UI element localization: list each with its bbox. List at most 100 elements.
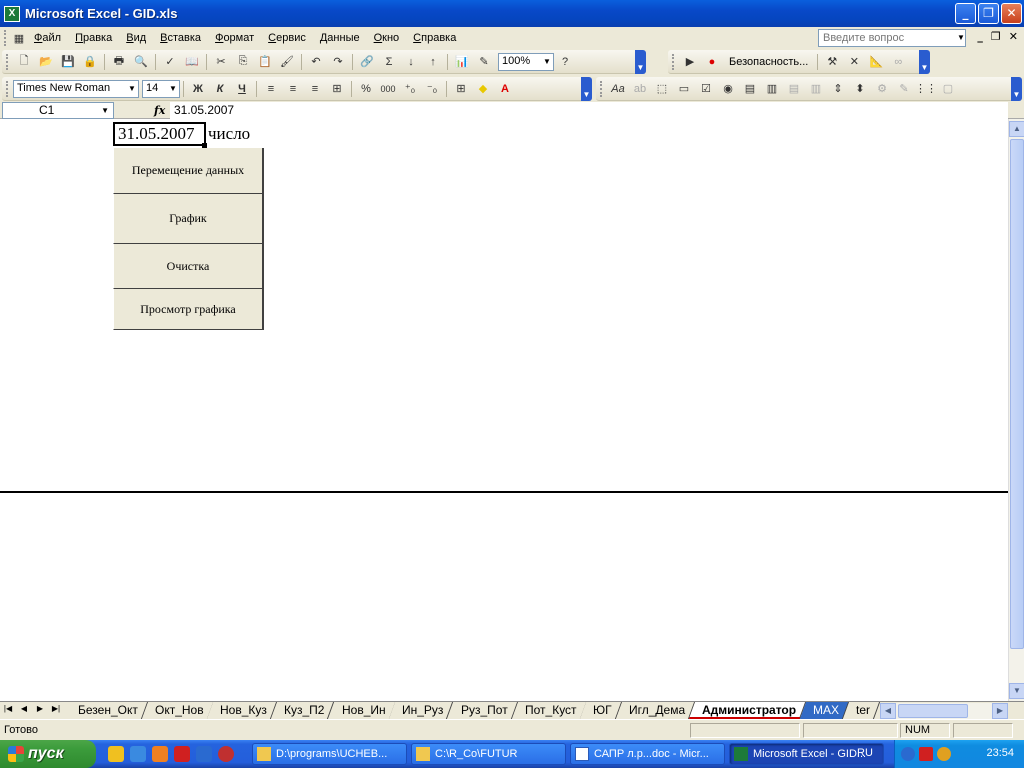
permission-icon[interactable]: 🔒 — [79, 52, 101, 72]
next-sheet-icon[interactable]: ▶ — [34, 704, 46, 713]
spelling-icon[interactable]: ✓ — [159, 52, 181, 72]
chevron-down-icon[interactable]: ▼ — [101, 103, 109, 118]
show-desktop-icon[interactable] — [130, 746, 146, 762]
help-question-input[interactable]: Введите вопрос — [818, 29, 966, 47]
sort-ascending-icon[interactable]: ↓ — [400, 52, 422, 72]
window-split-line[interactable] — [0, 491, 1008, 493]
antivirus-icon[interactable] — [919, 747, 933, 761]
design-mode-icon[interactable]: 📐 — [865, 52, 887, 72]
decrease-decimal-icon[interactable]: ⁻₀ — [421, 79, 443, 99]
taskbar-item[interactable]: САПР л.р...doc - Micr... — [570, 743, 725, 765]
scroll-right-icon[interactable]: ▶ — [992, 703, 1008, 719]
tray-back-icon[interactable] — [901, 747, 915, 761]
edit-code-icon[interactable]: ✎ — [893, 79, 915, 99]
menu-format[interactable]: Формат — [208, 32, 261, 44]
excel-doc-icon[interactable]: ▦ — [11, 28, 27, 48]
sheet-tab[interactable]: ter — [842, 702, 881, 719]
toolbar-grip[interactable] — [6, 53, 9, 70]
align-center-icon[interactable]: ≡ — [282, 79, 304, 99]
menu-view[interactable]: Вид — [119, 32, 153, 44]
bold-button[interactable]: Ж — [187, 79, 209, 99]
toggle-grid-icon[interactable]: ⋮⋮ — [915, 79, 937, 99]
scroll-left-icon[interactable]: ◀ — [880, 703, 896, 719]
sheet-tab[interactable]: Руз_Пот — [447, 702, 518, 719]
control-toolbox-icon[interactable]: ✕ — [843, 52, 865, 72]
minimize-icon[interactable]: _ — [955, 3, 976, 24]
redo-icon[interactable]: ↷ — [327, 52, 349, 72]
menu-edit[interactable]: Правка — [68, 32, 119, 44]
restore-icon[interactable]: ❐ — [978, 3, 999, 24]
sheet-tab[interactable]: Безен_Окт — [64, 702, 148, 719]
taskbar-item[interactable]: C:\R_Co\FUTUR — [411, 743, 566, 765]
acrobat-icon[interactable] — [174, 746, 190, 762]
comma-style-button[interactable]: 000 — [377, 79, 399, 99]
quicklaunch-icon[interactable] — [152, 746, 168, 762]
autosum-icon[interactable]: Σ — [378, 52, 400, 72]
quicklaunch-icon[interactable] — [108, 746, 124, 762]
align-left-icon[interactable]: ≡ — [260, 79, 282, 99]
menu-file[interactable]: Файл — [27, 32, 68, 44]
borders-icon[interactable]: ⊞ — [450, 79, 472, 99]
toolbar-options-icon[interactable]: ▼ — [581, 77, 592, 101]
combo-box-icon[interactable]: ▥ — [761, 79, 783, 99]
quicklaunch-icon[interactable] — [196, 746, 212, 762]
chart-wizard-icon[interactable]: 📊 — [451, 52, 473, 72]
toolbar-grip[interactable] — [4, 30, 8, 46]
format-painter-icon[interactable]: 🖌 — [276, 52, 298, 72]
run-macro-icon[interactable]: ▶ — [679, 52, 701, 72]
sheet-tab[interactable]: MAX — [799, 702, 850, 719]
language-indicator[interactable]: RU — [857, 747, 873, 759]
toolbar-options-icon[interactable]: ▼ — [635, 50, 646, 74]
sheet-tab[interactable]: Нов_Ин — [328, 702, 396, 719]
hyperlink-icon[interactable]: 🔗 — [356, 52, 378, 72]
toolbar-options-icon[interactable]: ▼ — [919, 50, 930, 74]
start-button[interactable]: пуск — [0, 740, 96, 768]
menu-insert[interactable]: Вставка — [153, 32, 208, 44]
hscroll-thumb[interactable] — [898, 704, 968, 718]
first-sheet-icon[interactable]: |◀ — [2, 704, 14, 713]
merge-center-icon[interactable]: ⊞ — [326, 79, 348, 99]
sheet-tab[interactable]: Ин_Руз — [389, 702, 454, 719]
quicklaunch-icon[interactable] — [218, 746, 234, 762]
view-chart-button[interactable]: Просмотр графика — [113, 289, 264, 330]
clear-button[interactable]: Очистка — [113, 244, 264, 289]
cut-icon[interactable]: ✂ — [210, 52, 232, 72]
scroll-down-icon[interactable]: ▼ — [1009, 683, 1024, 699]
new-icon[interactable]: 🗋 — [13, 52, 35, 72]
font-size-select[interactable]: 14 ▼ — [142, 79, 180, 98]
list-box-icon[interactable]: ▤ — [739, 79, 761, 99]
scroll-up-icon[interactable]: ▲ — [1009, 121, 1024, 137]
doc-restore-icon[interactable]: ❐ — [991, 30, 1001, 43]
fill-color-icon[interactable]: ◆ — [472, 79, 494, 99]
taskbar-item[interactable]: D:\programs\UCHEB... — [252, 743, 407, 765]
sheet-tab[interactable]: Окт_Нов — [141, 702, 214, 719]
print-icon[interactable]: 🖶 — [108, 52, 130, 72]
chevron-down-icon[interactable]: ▼ — [127, 82, 137, 96]
scroll-bar-icon[interactable]: ⇕ — [827, 79, 849, 99]
menu-help[interactable]: Справка — [406, 32, 463, 44]
chevron-down-icon[interactable]: ▼ — [542, 55, 552, 69]
close-icon[interactable]: ✕ — [1001, 3, 1022, 24]
paste-icon[interactable]: 📋 — [254, 52, 276, 72]
name-box[interactable]: C1 ▼ — [2, 102, 114, 119]
increase-decimal-icon[interactable]: ⁺₀ — [399, 79, 421, 99]
chevron-down-icon[interactable]: ▼ — [956, 30, 966, 46]
doc-minimize-icon[interactable]: _ — [977, 30, 983, 43]
vertical-scrollbar[interactable]: ▲ ▼ — [1008, 119, 1024, 701]
prev-sheet-icon[interactable]: ◀ — [18, 704, 30, 713]
doc-close-icon[interactable]: ✕ — [1009, 30, 1018, 43]
move-data-button[interactable]: Перемещение данных — [113, 148, 264, 194]
label-control-icon[interactable]: Aa — [607, 79, 629, 99]
combo-list-edit-icon[interactable]: ▤ — [783, 79, 805, 99]
font-color-icon[interactable]: A — [494, 79, 516, 99]
tray-icon[interactable] — [937, 747, 951, 761]
toolbar-grip[interactable] — [6, 80, 9, 97]
last-sheet-icon[interactable]: ▶| — [50, 704, 62, 713]
menu-data[interactable]: Данные — [313, 32, 367, 44]
toolbar-grip[interactable] — [600, 80, 603, 97]
button-control-icon[interactable]: ▭ — [673, 79, 695, 99]
scroll-thumb[interactable] — [1010, 139, 1024, 649]
align-right-icon[interactable]: ≡ — [304, 79, 326, 99]
sheet-tab[interactable]: Нов_Куз — [207, 702, 278, 719]
cell-c1[interactable]: 31.05.2007 — [113, 122, 206, 146]
